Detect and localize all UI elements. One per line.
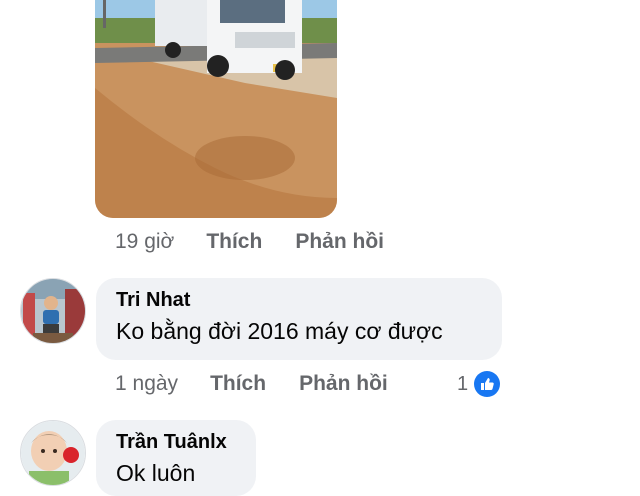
avatar[interactable] bbox=[20, 278, 86, 344]
comment-time[interactable]: 19 giờ bbox=[115, 230, 174, 254]
like-button[interactable]: Thích bbox=[206, 230, 262, 254]
reply-button[interactable]: Phản hồi bbox=[299, 372, 388, 396]
truck-photo-icon bbox=[95, 0, 337, 218]
comment-actions: 1 ngày Thích Phản hồi bbox=[115, 372, 388, 396]
comment-attached-photo[interactable] bbox=[95, 0, 337, 218]
comment-time[interactable]: 1 ngày bbox=[115, 372, 178, 396]
reply-button[interactable]: Phản hồi bbox=[295, 230, 384, 254]
reaction-summary[interactable]: 1 bbox=[457, 371, 501, 397]
comment-author[interactable]: Trần Tuânlx bbox=[116, 430, 234, 454]
post-reply-actions: 19 giờ Thích Phản hồi bbox=[115, 230, 384, 254]
profile-photo-icon bbox=[21, 421, 85, 485]
profile-photo-icon bbox=[21, 279, 85, 343]
like-icon bbox=[474, 371, 501, 397]
avatar[interactable] bbox=[20, 420, 86, 486]
comment-text: Ko bằng đời 2016 máy cơ được bbox=[116, 318, 443, 344]
reaction-count: 1 bbox=[457, 372, 469, 395]
comment-bubble: Trần Tuânlx Ok luôn bbox=[96, 420, 256, 496]
like-button[interactable]: Thích bbox=[210, 372, 266, 396]
comment-bubble: Tri Nhat Ko bằng đời 2016 máy cơ được bbox=[96, 278, 502, 360]
comment-author[interactable]: Tri Nhat bbox=[116, 288, 480, 312]
comment-text: Ok luôn bbox=[116, 460, 196, 486]
